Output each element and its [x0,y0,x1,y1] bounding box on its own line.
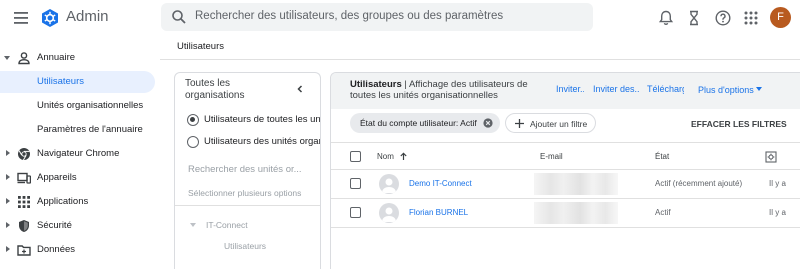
sidebar-item-label: Paramètres de l'annuaire [37,124,143,135]
sidebar-item-utilisateurs[interactable]: Utilisateurs [0,71,155,93]
users-panel-title: Utilisateurs | Affichage des utilisateur… [350,79,528,101]
sidebar-item-unites-organisationnelles[interactable]: Unités organisationnelles [0,95,155,117]
sidebar-item-parametres-annuaire[interactable]: Paramètres de l'annuaire [0,119,155,141]
sidebar-item-label: Appareils [37,172,77,183]
user-status: Actif (récemment ajouté) [655,179,743,188]
shield-icon [17,219,31,233]
radio-label: Utilisateurs des unités organisationnell… [204,136,320,147]
table-row[interactable]: Demo IT-Connect Actif (récemment ajouté)… [331,170,800,199]
table-header: Nom E-mail État [331,142,800,170]
sidebar-item-label: Annuaire [37,52,76,63]
sidebar-item-label: Unités organisationnelles [37,100,144,111]
sidebar-item-applications[interactable]: Applications [0,191,155,213]
close-icon[interactable] [483,118,493,128]
radio-all-units[interactable]: Utilisateurs de toutes les unités organi… [185,112,320,128]
sidebar-item-navigateur-chrome[interactable]: Navigateur Chrome [0,143,155,165]
top-bar: Admin Rechercher des utilisateurs, des g… [0,0,800,36]
plus-icon [514,118,525,129]
filter-chip-label: État du compte utilisateur: Actif [360,118,477,128]
sidebar-item-donnees[interactable]: Données [0,239,155,261]
column-settings-icon[interactable] [765,151,777,163]
org-tree-child[interactable]: Utilisateurs [224,241,266,251]
last-login: Il y a [769,208,786,217]
hourglass-tasks-icon[interactable] [685,9,703,27]
user-name-link[interactable]: Demo IT-Connect [409,179,472,188]
last-login: Il y a [769,179,786,188]
devices-icon [17,171,31,185]
sidebar-item-label: Applications [37,196,89,207]
page-title: Utilisateurs [177,41,224,52]
caret-down-icon[interactable] [756,87,762,91]
row-checkbox[interactable] [350,207,361,218]
page-header: Utilisateurs [160,36,800,60]
select-all-checkbox[interactable] [350,151,361,162]
filter-chip[interactable]: État du compte utilisateur: Actif [350,113,500,133]
sidebar-item-annuaire[interactable]: Annuaire [0,47,155,69]
user-status: Actif [655,208,671,217]
chevron-right-icon [6,246,10,252]
radio-button[interactable] [187,136,199,148]
radio-selected-units[interactable]: Utilisateurs des unités organisationnell… [185,134,320,150]
main-menu-icon[interactable] [12,9,32,27]
org-search-input[interactable]: Rechercher des unités or... [188,164,302,175]
apps-launcher-icon[interactable] [742,9,760,27]
clear-filters-button[interactable]: EFFACER LES FILTRES [691,119,787,129]
column-header-name[interactable]: Nom [377,152,394,161]
chevron-down-icon [4,56,10,60]
users-panel-header: Utilisateurs | Affichage des utilisateur… [331,73,800,109]
column-header-status[interactable]: État [655,152,669,161]
radio-label: Utilisateurs de toutes les unités organi… [204,114,320,125]
row-checkbox[interactable] [350,178,361,189]
chevron-down-icon[interactable] [190,223,196,227]
add-filter-label: Ajouter un filtre [530,119,588,129]
add-filter-button[interactable]: Ajouter un filtre [505,113,596,133]
chevron-left-icon[interactable] [295,84,305,94]
org-panel-title: Toutes les organisations [185,78,245,101]
notifications-bell-icon[interactable] [657,9,675,27]
chevron-right-icon [6,174,10,180]
chrome-icon [17,147,31,161]
avatar [379,203,399,223]
apps-grid-icon [17,195,31,209]
person-icon [17,51,31,65]
sidebar-item-label: Utilisateurs [37,76,84,87]
sidebar-item-securite[interactable]: Sécurité [0,215,155,237]
sidebar-item-label: Données [37,244,76,255]
sidebar-item-label: Sécurité [37,220,72,231]
more-options-button[interactable]: Plus d'options [698,85,754,95]
search-input[interactable]: Rechercher des utilisateurs, des groupes… [195,10,503,22]
download-button[interactable]: Télécharger... [647,84,684,94]
admin-logo-icon[interactable] [40,8,60,28]
help-icon[interactable] [714,9,732,27]
user-name-link[interactable]: Florian BURNEL [409,208,468,217]
app-title: Admin [66,8,109,25]
org-tree-root[interactable]: IT-Connect [206,220,248,230]
sidebar-item-label: Navigateur Chrome [37,148,120,159]
chevron-right-icon [6,198,10,204]
divider [175,205,320,206]
invite-multiple-button[interactable]: Inviter des... [593,84,640,94]
multi-select-link[interactable]: Sélectionner plusieurs options [188,188,301,198]
column-header-email[interactable]: E-mail [540,152,563,161]
sort-arrow-up-icon[interactable] [399,152,408,161]
users-panel: Utilisateurs | Affichage des utilisateur… [330,72,800,269]
account-avatar[interactable]: F [770,7,791,28]
folder-icon [17,243,31,257]
email-redacted [534,173,618,195]
radio-button-selected[interactable] [187,114,199,126]
search-icon[interactable] [171,9,187,25]
chevron-right-icon [6,150,10,156]
global-search[interactable]: Rechercher des utilisateurs, des groupes… [161,3,593,31]
invite-button[interactable]: Inviter... [556,84,584,94]
table-row[interactable]: Florian BURNEL Actif Il y a [331,199,800,228]
chevron-right-icon [6,222,10,228]
email-redacted [534,202,618,224]
avatar [379,174,399,194]
organisation-panel: Toutes les organisations Utilisateurs de… [174,72,321,269]
sidebar-item-appareils[interactable]: Appareils [0,167,155,189]
